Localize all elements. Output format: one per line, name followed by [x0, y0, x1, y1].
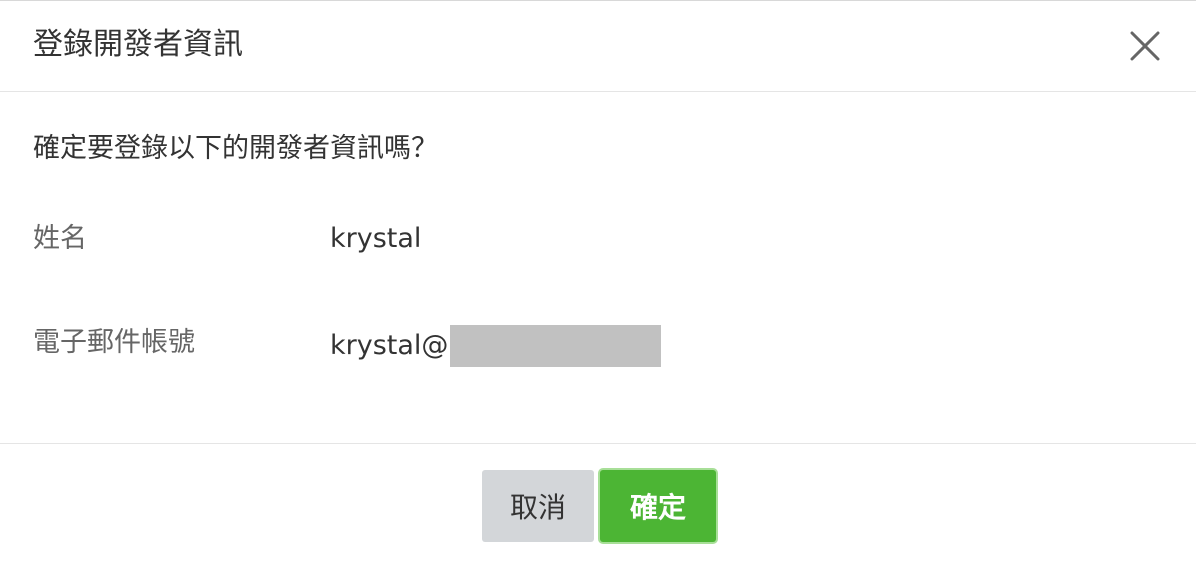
close-icon: [1130, 31, 1160, 61]
dialog-header: 登錄開發者資訊: [0, 1, 1196, 92]
developer-registration-dialog: 登錄開發者資訊 確定要登錄以下的開發者資訊嗎？ 姓名 krystal 電子郵件帳…: [0, 0, 1196, 566]
dialog-body: 確定要登錄以下的開發者資訊嗎？ 姓名 krystal 電子郵件帳號 krysta…: [0, 92, 1196, 444]
confirm-button[interactable]: 確定: [600, 470, 716, 542]
dialog-title: 登錄開發者資訊: [33, 27, 243, 62]
name-value: krystal: [330, 221, 421, 257]
cancel-button[interactable]: 取消: [482, 470, 594, 542]
name-label: 姓名: [33, 223, 87, 254]
confirm-message: 確定要登錄以下的開發者資訊嗎？: [33, 133, 438, 164]
name-value-text: krystal: [330, 223, 422, 254]
redacted-block: [450, 325, 662, 367]
close-button[interactable]: [1122, 23, 1168, 69]
email-value: krystal@: [330, 325, 662, 367]
dialog-footer: 取消 確定: [0, 444, 1196, 566]
email-value-text: krystal@: [330, 330, 449, 361]
email-label: 電子郵件帳號: [33, 327, 195, 358]
